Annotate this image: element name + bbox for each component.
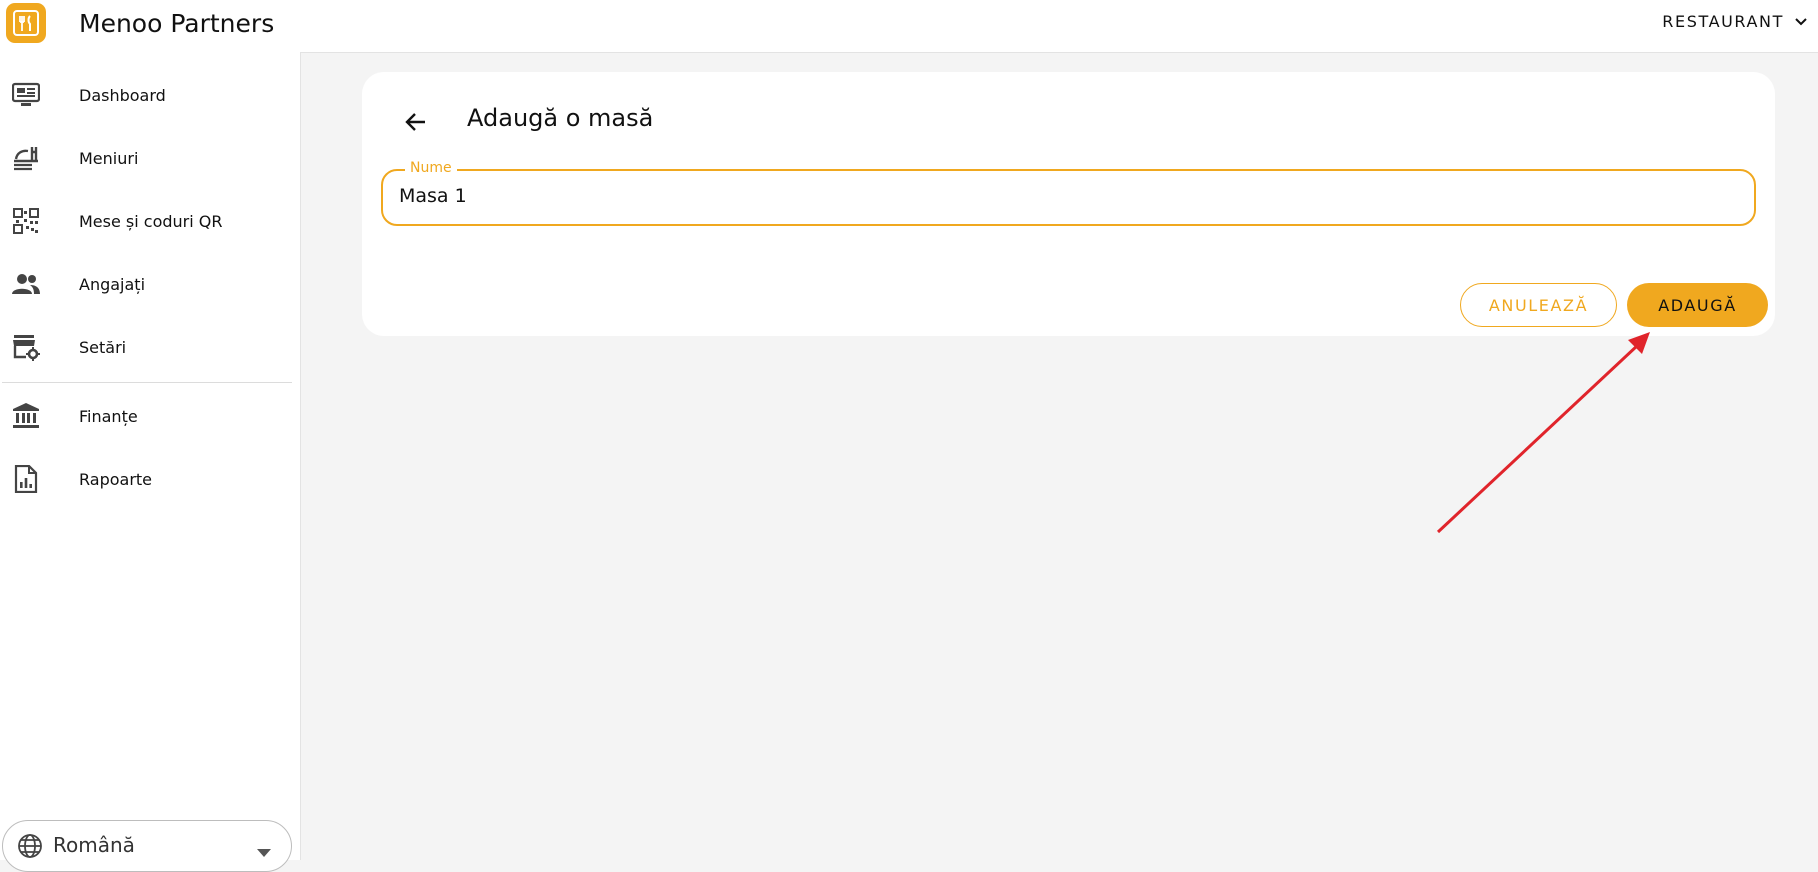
language-label: Română [53, 833, 135, 857]
page-title: Adaugă o masă [467, 104, 654, 132]
sidebar-item-label: Mese și coduri QR [79, 211, 223, 231]
fork-knife-icon [13, 10, 39, 36]
report-chart-icon [12, 465, 40, 493]
sidebar-item-settings[interactable]: Setări [0, 317, 300, 377]
globe-icon [17, 833, 43, 863]
arrow-back-icon [405, 113, 425, 131]
sidebar-item-finance[interactable]: Finanțe [0, 386, 300, 446]
sidebar-item-label: Angajați [79, 274, 146, 294]
bank-icon [12, 402, 40, 430]
name-field-label: Nume [405, 160, 457, 176]
room-service-icon [12, 144, 40, 172]
sidebar-item-label: Setări [79, 337, 127, 357]
qr-code-icon [12, 207, 40, 235]
monitor-dashboard-icon [12, 81, 40, 109]
back-button[interactable] [398, 104, 434, 140]
add-button[interactable]: ADAUGĂ [1627, 283, 1768, 327]
sidebar-divider [2, 382, 292, 383]
sidebar-item-label: Finanțe [79, 406, 138, 426]
sidebar-item-label: Dashboard [79, 85, 166, 105]
cancel-button[interactable]: ANULEAZĂ [1460, 283, 1617, 327]
dropdown-arrow-icon [257, 842, 271, 861]
sidebar: Dashboard Meniuri Mese și coduri QR Anga… [0, 52, 301, 872]
sidebar-item-tables-qr[interactable]: Mese și coduri QR [0, 191, 300, 251]
restaurant-selector-label: RESTAURANT [1662, 12, 1784, 31]
store-settings-icon [12, 333, 40, 361]
sidebar-item-reports[interactable]: Rapoarte [0, 449, 300, 509]
sidebar-item-label: Rapoarte [79, 469, 153, 489]
name-field: Nume [381, 160, 1756, 226]
add-table-card: Adaugă o masă Nume ANULEAZĂ ADAUGĂ [362, 72, 1775, 336]
menoo-logo[interactable] [6, 3, 46, 43]
sidebar-item-menus[interactable]: Meniuri [0, 128, 300, 188]
sidebar-item-employees[interactable]: Angajați [0, 254, 300, 314]
sidebar-item-dashboard[interactable]: Dashboard [0, 65, 300, 125]
sidebar-item-label: Meniuri [79, 148, 139, 168]
app-title: Menoo Partners [79, 9, 275, 38]
people-icon [12, 270, 40, 298]
chevron-down-icon [1795, 17, 1807, 25]
name-input[interactable] [399, 181, 1719, 211]
top-bar: Menoo Partners RESTAURANT [0, 0, 1818, 53]
language-selector[interactable]: Română [2, 820, 292, 872]
restaurant-selector[interactable]: RESTAURANT [1662, 12, 1808, 31]
